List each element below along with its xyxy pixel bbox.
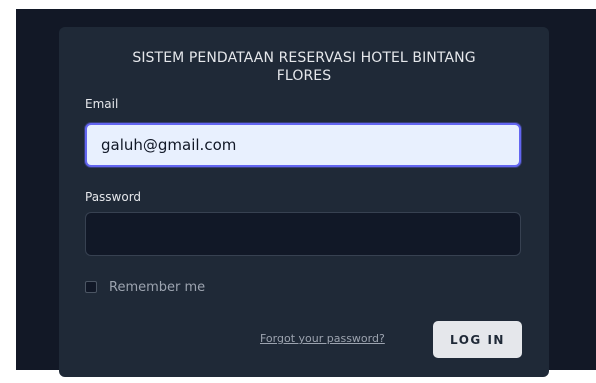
login-button[interactable]: LOG IN [433,321,522,358]
password-field[interactable] [85,212,521,256]
email-field[interactable] [85,123,521,167]
remember-me-checkbox[interactable] [85,281,97,293]
login-card: SISTEM PENDATAAN RESERVASI HOTEL BINTANG… [59,27,549,377]
remember-me[interactable]: Remember me [85,279,205,295]
remember-me-label: Remember me [109,279,206,295]
page-title: SISTEM PENDATAAN RESERVASI HOTEL BINTANG… [132,50,476,84]
forgot-password-link[interactable]: Forgot your password? [260,332,385,345]
email-label: Email [85,97,119,111]
password-label: Password [85,190,142,204]
